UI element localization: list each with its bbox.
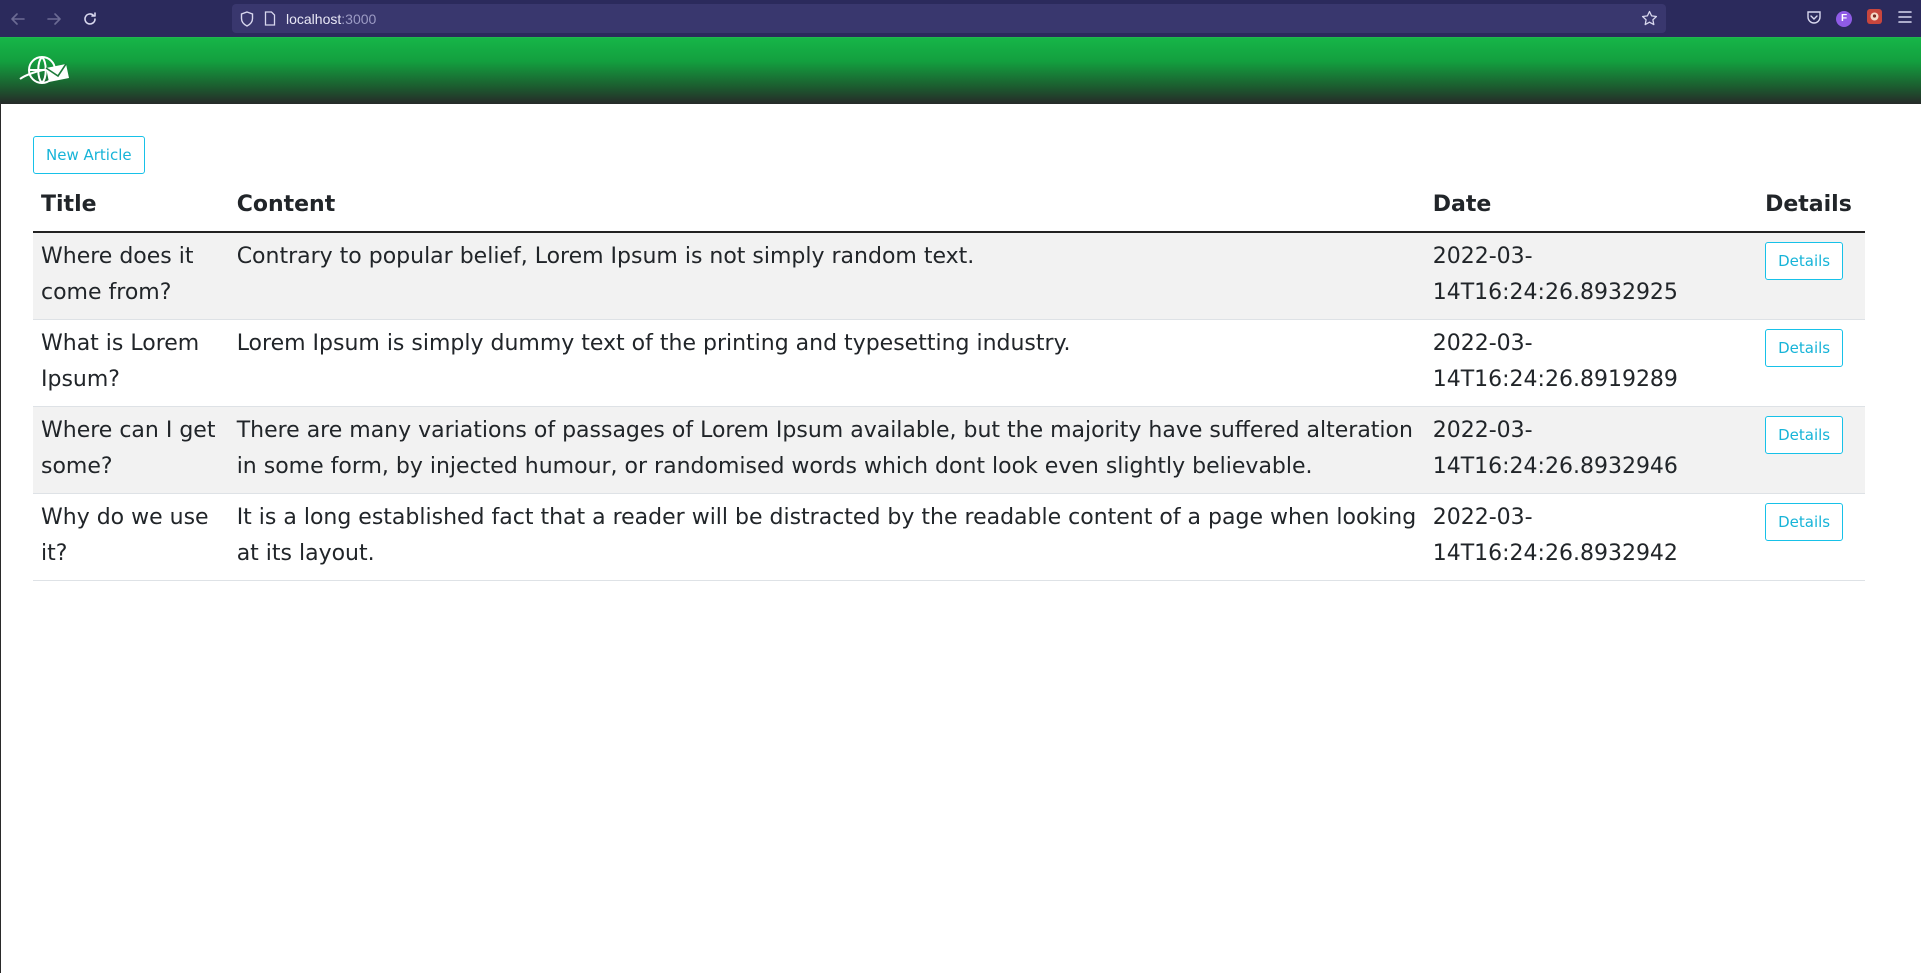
- row-details-cell: Details: [1757, 493, 1865, 581]
- main-content: New Article Title Content Date Details W…: [33, 136, 1865, 581]
- app-header: [0, 37, 1921, 104]
- details-button[interactable]: Details: [1765, 416, 1844, 454]
- row-title: Where can I get some?: [33, 406, 229, 494]
- table-row: Why do we use it? It is a long establish…: [33, 493, 1865, 581]
- shield-icon[interactable]: [240, 10, 254, 27]
- url-bar[interactable]: localhost:3000: [232, 4, 1666, 33]
- table-row: Where does it come from? Contrary to pop…: [33, 232, 1865, 320]
- page-icon: [264, 11, 276, 26]
- details-button[interactable]: Details: [1765, 503, 1844, 541]
- row-content: It is a long established fact that a rea…: [228, 493, 1425, 581]
- browser-toolbar: localhost:3000 F: [0, 0, 1921, 37]
- star-icon[interactable]: [1641, 10, 1658, 31]
- window-edge: [0, 104, 1, 973]
- back-icon[interactable]: [0, 0, 36, 37]
- row-date: 2022-03-14T16:24:26.8932925: [1424, 232, 1758, 320]
- table-header-row: Title Content Date Details: [33, 182, 1865, 233]
- table-row: Where can I get some? There are many var…: [33, 406, 1865, 494]
- row-date: 2022-03-14T16:24:26.8932942: [1424, 493, 1758, 581]
- row-content: There are many variations of passages of…: [228, 406, 1425, 494]
- reload-icon[interactable]: [72, 0, 108, 37]
- articles-table: Title Content Date Details Where does it…: [33, 182, 1865, 581]
- column-header-content: Content: [228, 182, 1425, 233]
- row-date: 2022-03-14T16:24:26.8932946: [1424, 406, 1758, 494]
- forward-icon[interactable]: [36, 0, 72, 37]
- column-header-date: Date: [1424, 182, 1758, 233]
- extension-icon[interactable]: [1866, 8, 1883, 29]
- globe-envelope-logo[interactable]: [18, 52, 70, 88]
- details-button[interactable]: Details: [1765, 329, 1844, 367]
- profile-icon[interactable]: F: [1836, 10, 1852, 27]
- row-date: 2022-03-14T16:24:26.8919289: [1424, 319, 1758, 407]
- url-text[interactable]: localhost:3000: [286, 11, 376, 27]
- table-row: What is Lorem Ipsum? Lorem Ipsum is simp…: [33, 319, 1865, 407]
- toolbar-right: F: [1806, 0, 1913, 37]
- menu-icon[interactable]: [1897, 9, 1913, 28]
- row-title: Why do we use it?: [33, 493, 229, 581]
- row-details-cell: Details: [1757, 319, 1865, 407]
- row-title: What is Lorem Ipsum?: [33, 319, 229, 407]
- row-content: Lorem Ipsum is simply dummy text of the …: [228, 319, 1425, 407]
- column-header-title: Title: [33, 182, 229, 233]
- row-details-cell: Details: [1757, 232, 1865, 320]
- pocket-icon[interactable]: [1806, 9, 1822, 29]
- row-details-cell: Details: [1757, 406, 1865, 494]
- new-article-button[interactable]: New Article: [33, 136, 145, 174]
- details-button[interactable]: Details: [1765, 242, 1844, 280]
- row-content: Contrary to popular belief, Lorem Ipsum …: [228, 232, 1425, 320]
- column-header-details: Details: [1757, 182, 1865, 233]
- row-title: Where does it come from?: [33, 232, 229, 320]
